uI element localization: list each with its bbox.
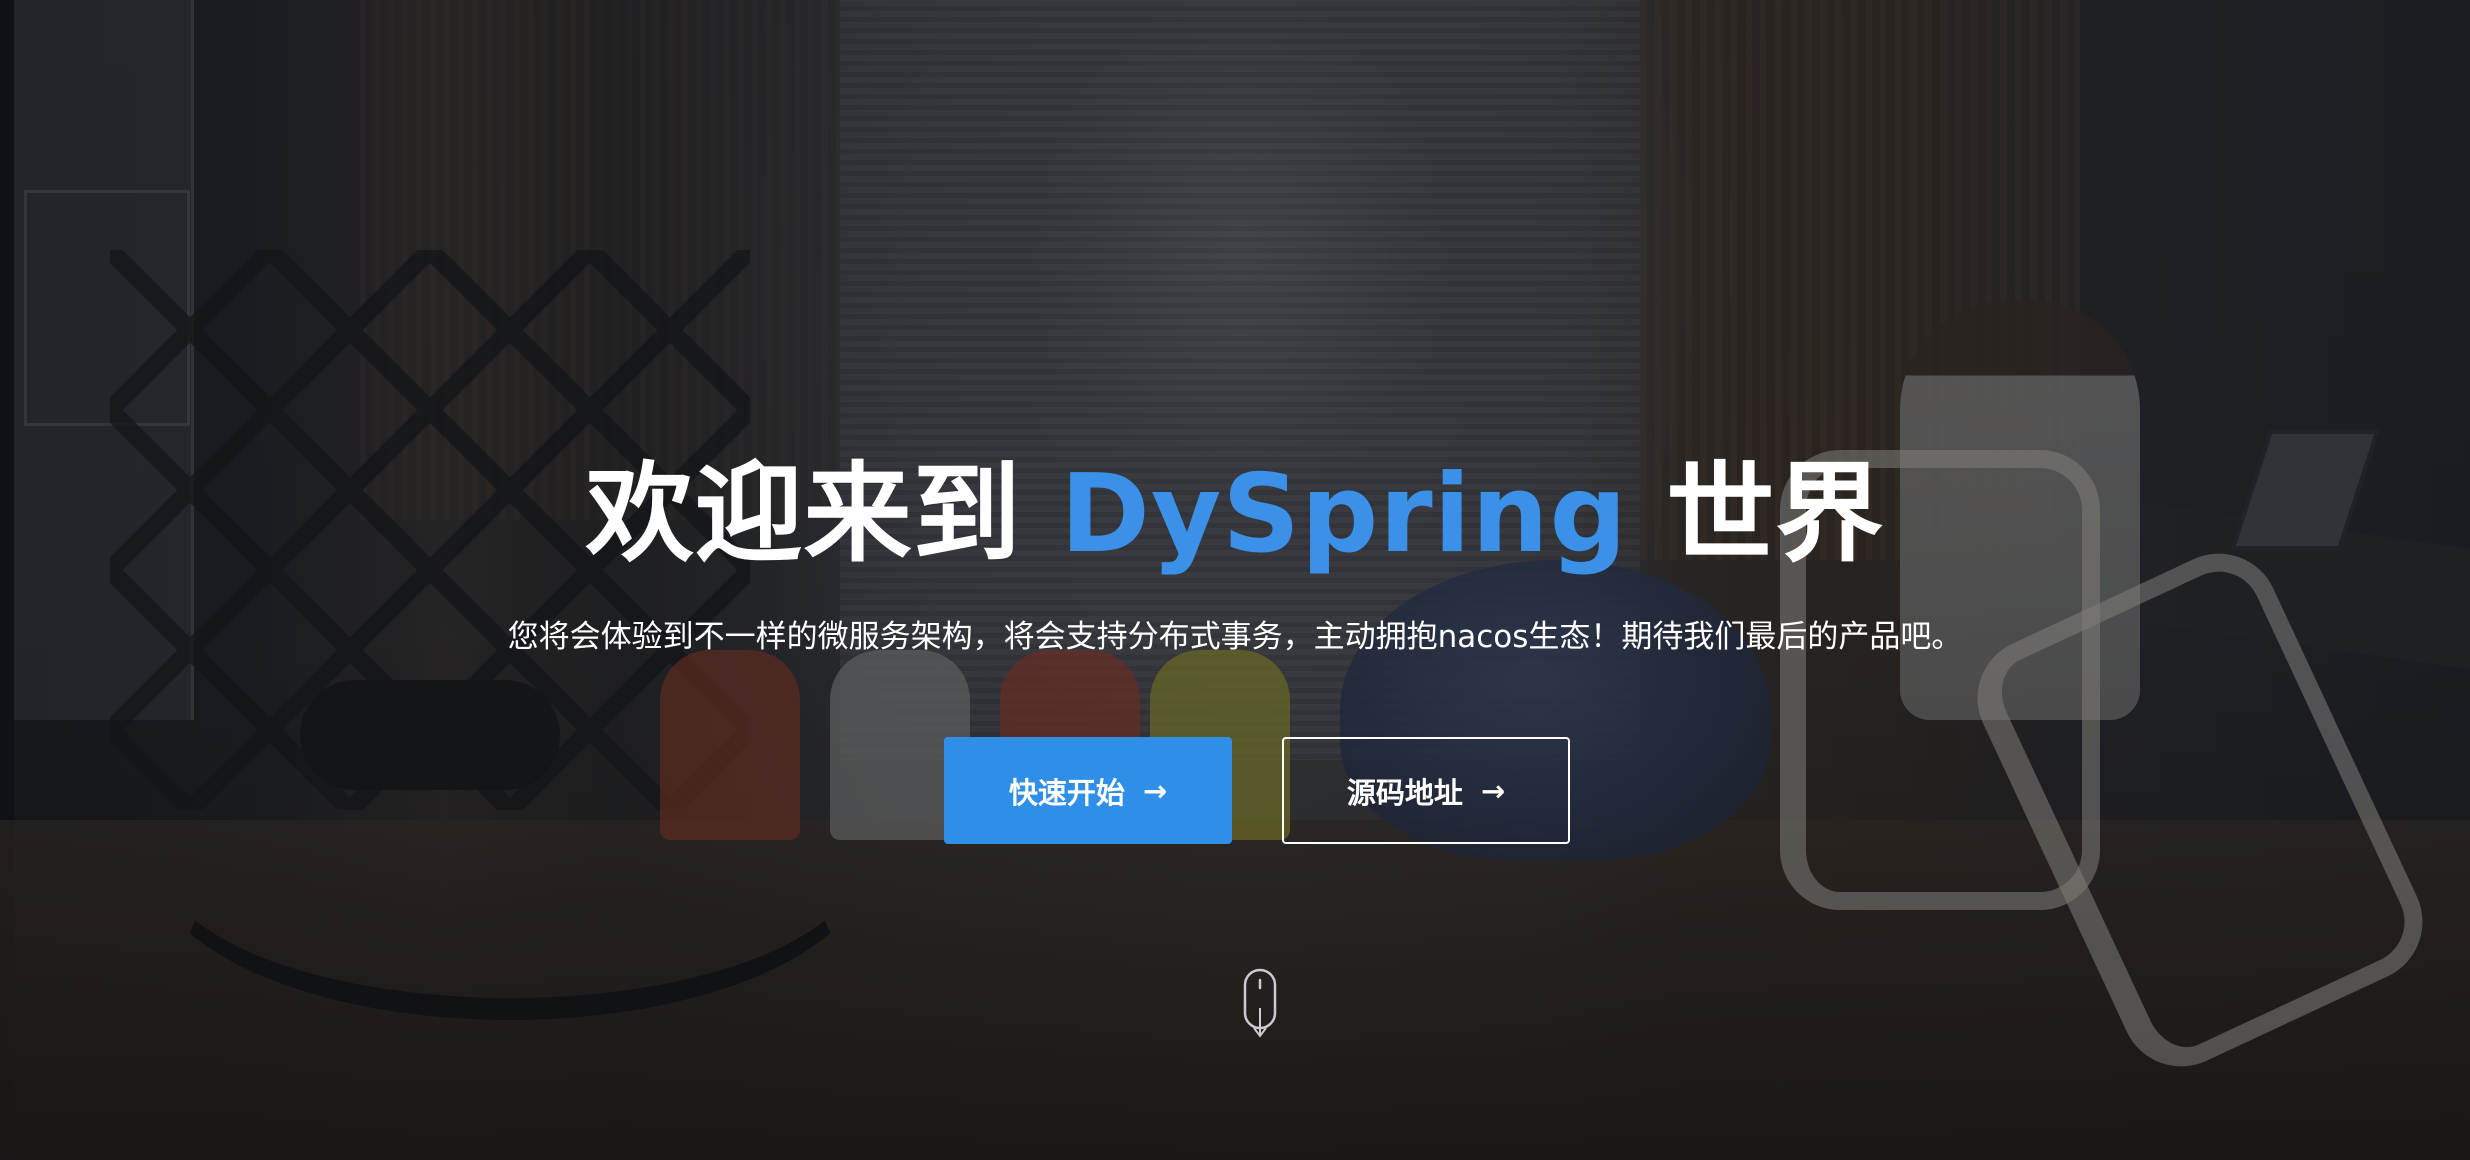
title-suffix: 世界 [1627, 452, 1885, 577]
title-highlight: DySpring [1060, 452, 1628, 577]
quick-start-button[interactable]: 快速开始 → [944, 737, 1232, 844]
arrow-right-icon: → [1480, 773, 1506, 808]
hero-section: 欢迎来到 DySpring 世界 您将会体验到不一样的微服务架构，将会支持分布式… [0, 0, 2470, 1160]
hero-title: 欢迎来到 DySpring 世界 [0, 445, 2470, 585]
hero-subtitle: 您将会体验到不一样的微服务架构，将会支持分布式事务，主动拥抱nacos生态！期待… [507, 619, 1963, 655]
source-code-label: 源码地址 [1346, 775, 1463, 810]
source-code-button[interactable]: 源码地址 → [1282, 737, 1570, 844]
mouse-scroll-icon[interactable] [1243, 968, 1277, 1040]
quick-start-label: 快速开始 [1008, 775, 1125, 810]
arrow-right-icon: → [1142, 773, 1168, 808]
title-prefix: 欢迎来到 [585, 452, 1061, 577]
hero-content: 欢迎来到 DySpring 世界 您将会体验到不一样的微服务架构，将会支持分布式… [0, 0, 2470, 1160]
